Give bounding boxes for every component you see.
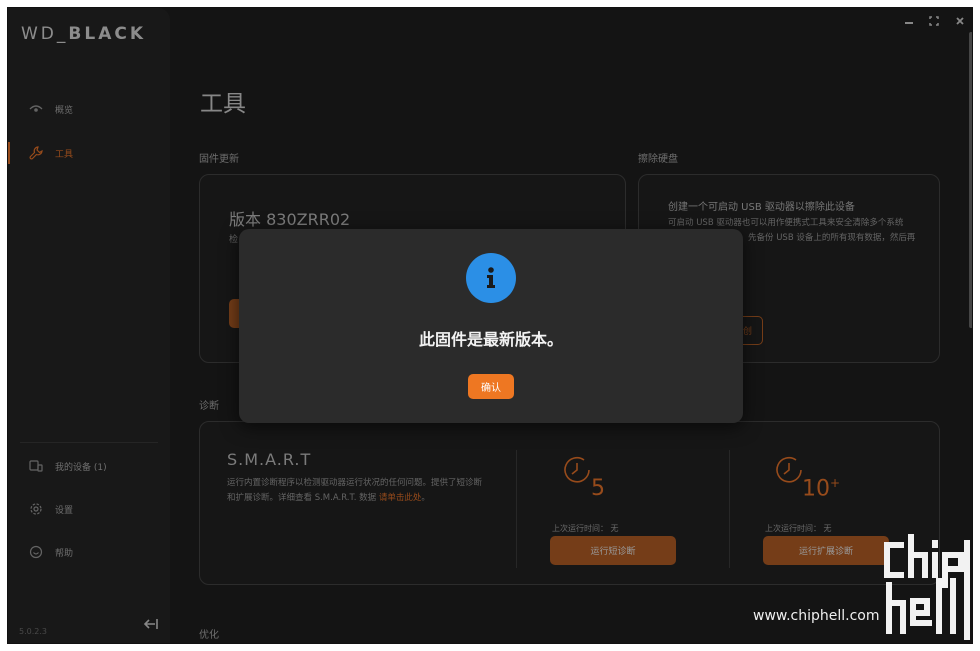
chiphell-logo [881, 533, 972, 643]
firmware-dialog: 此固件是最新版本。 确认 [239, 229, 743, 423]
watermark-url: www.chiphell.com [753, 608, 880, 624]
app-window: WD_BLACK 概览 工具 我的设备 (1) 设置 帮助 5.0.2.3 工具… [7, 7, 973, 644]
confirm-button[interactable]: 确认 [468, 374, 514, 399]
dialog-message: 此固件是最新版本。 [418, 330, 563, 349]
info-icon [466, 253, 516, 303]
